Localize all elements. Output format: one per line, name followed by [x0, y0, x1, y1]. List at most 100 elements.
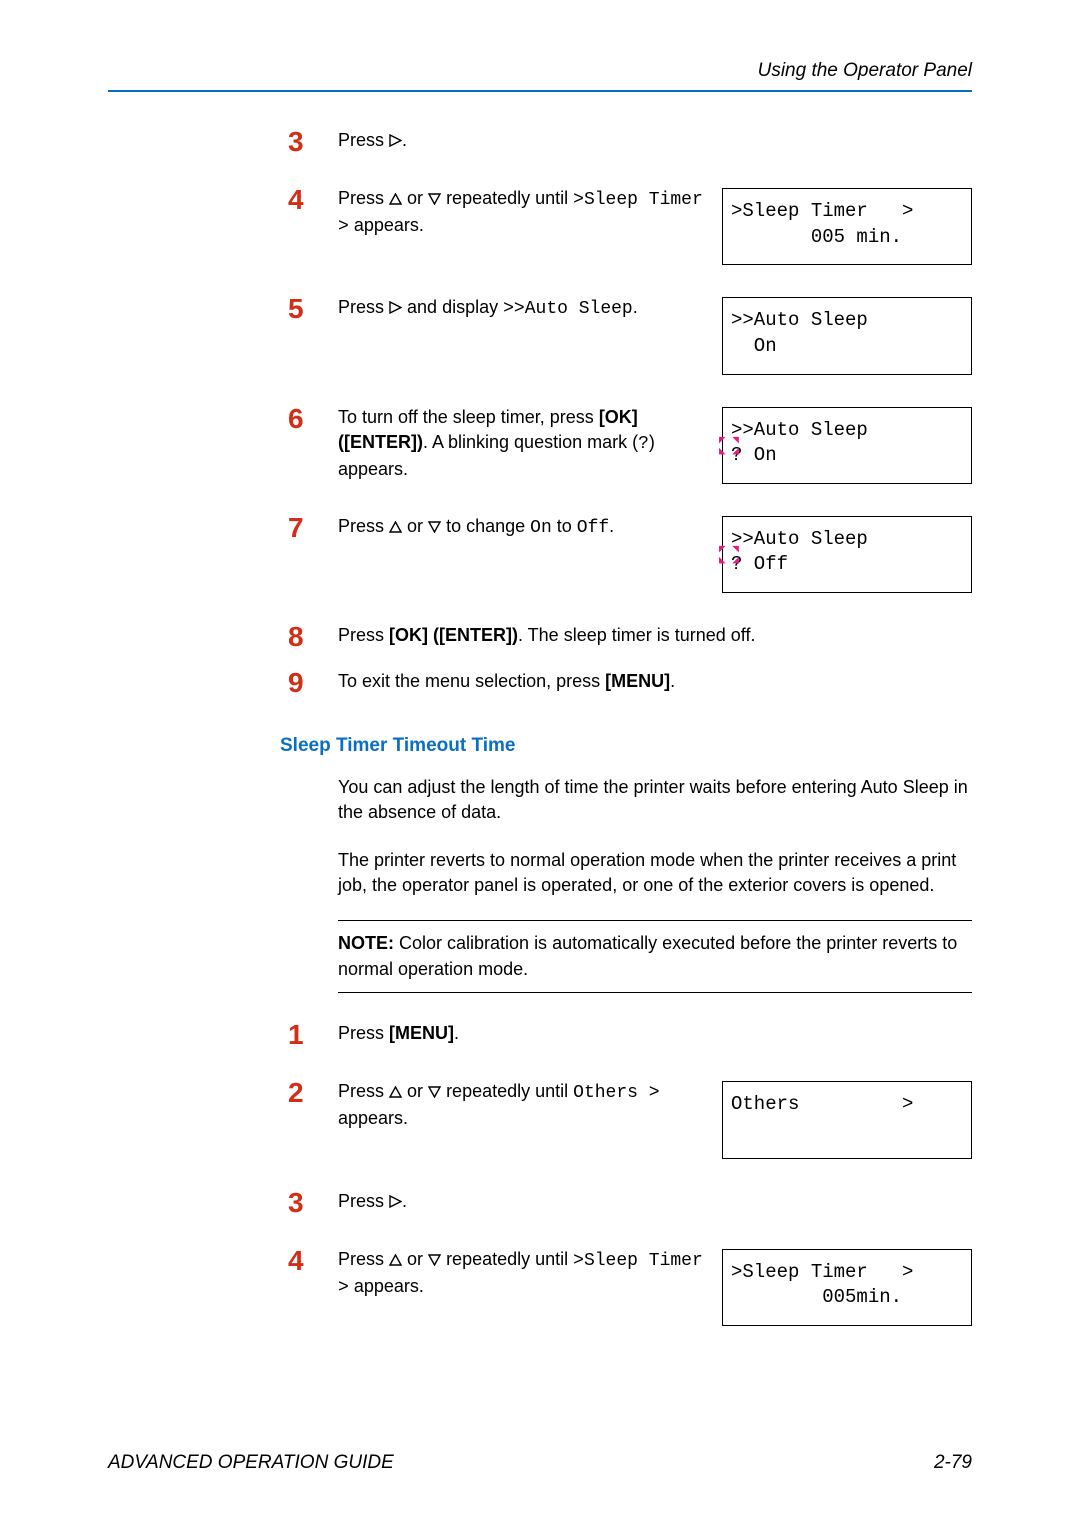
header-rule: [108, 90, 972, 92]
step-text: Press [MENU].: [338, 1021, 972, 1046]
page-header: Using the Operator Panel: [108, 60, 972, 82]
body-paragraph: The printer reverts to normal operation …: [338, 848, 972, 898]
mono: On: [530, 518, 552, 538]
step-number: 9: [288, 669, 338, 697]
note-label: NOTE:: [338, 933, 394, 953]
body-paragraph: You can adjust the length of time the pr…: [338, 775, 972, 825]
t: Press: [338, 1023, 389, 1043]
t: to: [552, 516, 577, 536]
page-footer: ADVANCED OPERATION GUIDE 2-79: [108, 1452, 972, 1474]
triangle-up-icon: [389, 521, 402, 533]
triangle-down-icon: [428, 1254, 441, 1266]
step-3: 3 Press .: [108, 128, 972, 156]
mono: Others >: [573, 1083, 659, 1103]
footer-left: ADVANCED OPERATION GUIDE: [108, 1452, 394, 1474]
stepB-2: 2 Press or repeatedly until Others > app…: [108, 1079, 972, 1158]
t: .: [609, 516, 614, 536]
step-text: Press or repeatedly until >Sleep Timer >…: [338, 1247, 722, 1301]
lcd-display: >Sleep Timer > 005 min.: [722, 188, 972, 265]
t: appears.: [338, 1108, 408, 1128]
step-text: Press or repeatedly until Others > appea…: [338, 1079, 722, 1131]
stepB-1: 1 Press [MENU].: [108, 1021, 972, 1049]
t: .: [454, 1023, 459, 1043]
lcd-display: >>Auto Sleep ? On ◤ ◥◣ ◢: [722, 407, 972, 484]
bold: [OK]: [599, 407, 638, 427]
step-number: 4: [288, 1247, 338, 1275]
step-number: 3: [288, 128, 338, 156]
step-text: Press or repeatedly until >Sleep Timer >…: [338, 186, 722, 240]
t: and display: [407, 297, 503, 317]
lcd-line2: 005min.: [731, 1285, 963, 1311]
t: or: [407, 1249, 428, 1269]
step-8: 8 Press [OK] ([ENTER]). The sleep timer …: [108, 623, 972, 651]
bold: [OK] ([ENTER]): [389, 625, 518, 645]
t: or: [407, 1081, 428, 1101]
t: .: [633, 297, 638, 317]
stepB-4: 4 Press or repeatedly until >Sleep Timer…: [108, 1247, 972, 1326]
step-5: 5 Press and display >>Auto Sleep. >>Auto…: [108, 295, 972, 374]
step-number: 3: [288, 1189, 338, 1217]
t: Press: [338, 1081, 389, 1101]
bold: ([ENTER]): [338, 432, 423, 452]
mono: >>Auto Sleep: [503, 299, 633, 319]
mono: Off: [577, 518, 609, 538]
t: or: [407, 516, 428, 536]
step-text: To exit the menu selection, press [MENU]…: [338, 669, 972, 694]
lcd-line2: ? On: [731, 443, 963, 469]
lcd-line1: >Sleep Timer >: [731, 1260, 963, 1286]
lcd-line1: >>Auto Sleep: [731, 418, 963, 444]
step-number: 1: [288, 1021, 338, 1049]
t: . The sleep timer is turned off.: [518, 625, 755, 645]
footer-right: 2-79: [934, 1452, 972, 1474]
t: appears.: [349, 215, 424, 235]
lcd-line2: [731, 1118, 963, 1144]
page: Using the Operator Panel 3 Press . 4 Pre…: [0, 0, 1080, 1396]
triangle-right-icon: [389, 1195, 402, 1208]
step-number: 4: [288, 186, 338, 214]
t: . A blinking question mark (: [423, 432, 638, 452]
t: Press: [338, 297, 389, 317]
lcd-display: >>Auto Sleep ? Off ◤ ◥◣ ◢: [722, 516, 972, 593]
t: or: [407, 188, 428, 208]
t: Press: [338, 516, 389, 536]
step-number: 5: [288, 295, 338, 323]
triangle-right-icon: [389, 301, 402, 314]
step-number: 8: [288, 623, 338, 651]
step-text: Press and display >>Auto Sleep.: [338, 295, 722, 322]
lcd-line1: >>Auto Sleep: [731, 308, 963, 334]
step-text: Press [OK] ([ENTER]). The sleep timer is…: [338, 623, 972, 648]
lcd-line2: On: [731, 334, 963, 360]
t: Press: [338, 188, 389, 208]
step-text: To turn off the sleep timer, press [OK] …: [338, 405, 722, 483]
step-number: 7: [288, 514, 338, 542]
bold: [MENU]: [605, 671, 670, 691]
lcd-display: Others >: [722, 1081, 972, 1158]
lcd-line1: >>Auto Sleep: [731, 527, 963, 553]
lcd-display: >Sleep Timer > 005min.: [722, 1249, 972, 1326]
t: repeatedly until: [446, 1249, 573, 1269]
note-rule-bottom: [338, 992, 972, 994]
t: appears.: [349, 1276, 424, 1296]
lcd-display: >>Auto Sleep On: [722, 297, 972, 374]
lcd-line1: Others >: [731, 1092, 963, 1118]
mono: ?: [638, 434, 649, 454]
step-9: 9 To exit the menu selection, press [MEN…: [108, 669, 972, 697]
note-text: Color calibration is automatically execu…: [338, 933, 957, 978]
step-text: Press .: [338, 1189, 972, 1214]
step-6: 6 To turn off the sleep timer, press [OK…: [108, 405, 972, 484]
triangle-up-icon: [389, 193, 402, 205]
note-block: NOTE: Color calibration is automatically…: [338, 931, 972, 981]
lcd-line1: >Sleep Timer >: [731, 199, 963, 225]
triangle-down-icon: [428, 193, 441, 205]
lcd-line2: 005 min.: [731, 225, 963, 251]
triangle-up-icon: [389, 1254, 402, 1266]
triangle-up-icon: [389, 1086, 402, 1098]
section-heading: Sleep Timer Timeout Time: [280, 735, 972, 757]
triangle-down-icon: [428, 1086, 441, 1098]
t: Press: [338, 625, 389, 645]
stepB-3: 3 Press .: [108, 1189, 972, 1217]
step-number: 6: [288, 405, 338, 433]
t: To exit the menu selection, press: [338, 671, 605, 691]
t: repeatedly until: [446, 188, 573, 208]
step-number: 2: [288, 1079, 338, 1107]
